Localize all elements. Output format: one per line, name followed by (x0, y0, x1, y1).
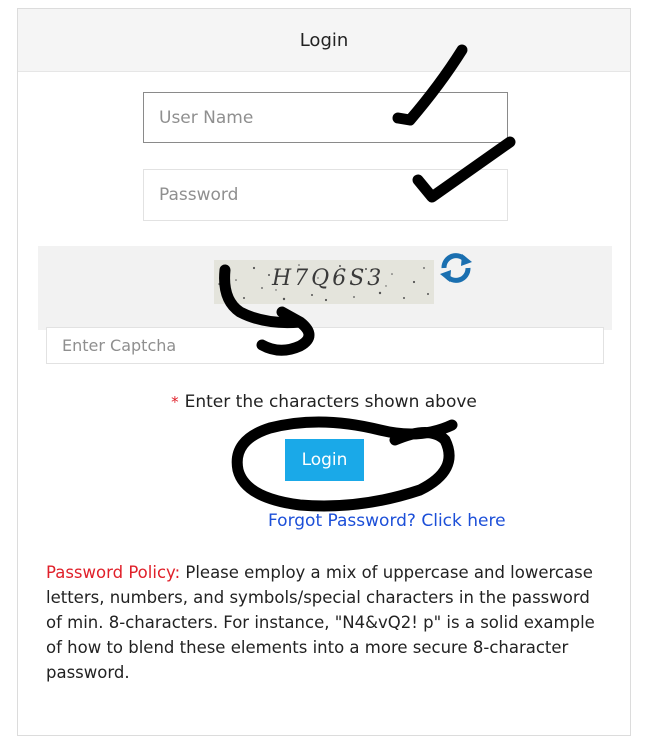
forgot-password-link[interactable]: Forgot Password? Click here (268, 511, 506, 531)
refresh-captcha-button[interactable] (436, 250, 476, 286)
password-policy-label: Password Policy: (46, 563, 181, 582)
password-input[interactable] (143, 169, 508, 221)
captcha-image: H7Q6S3 (214, 260, 434, 304)
captcha-hint-text: Enter the characters shown above (184, 392, 477, 412)
page-title: Login (299, 29, 349, 51)
password-policy: Password Policy: Please employ a mix of … (46, 560, 606, 685)
captcha-input[interactable] (46, 327, 604, 364)
username-input[interactable] (143, 92, 508, 143)
required-star: * (171, 393, 179, 411)
login-button[interactable]: Login (285, 439, 364, 481)
refresh-icon (440, 253, 472, 283)
login-card: Login H7Q6S3 (17, 8, 631, 736)
captcha-panel: H7Q6S3 (38, 246, 612, 330)
captcha-hint: * Enter the characters shown above (18, 392, 630, 412)
login-header: Login (18, 9, 630, 72)
captcha-code: H7Q6S3 (272, 266, 385, 291)
